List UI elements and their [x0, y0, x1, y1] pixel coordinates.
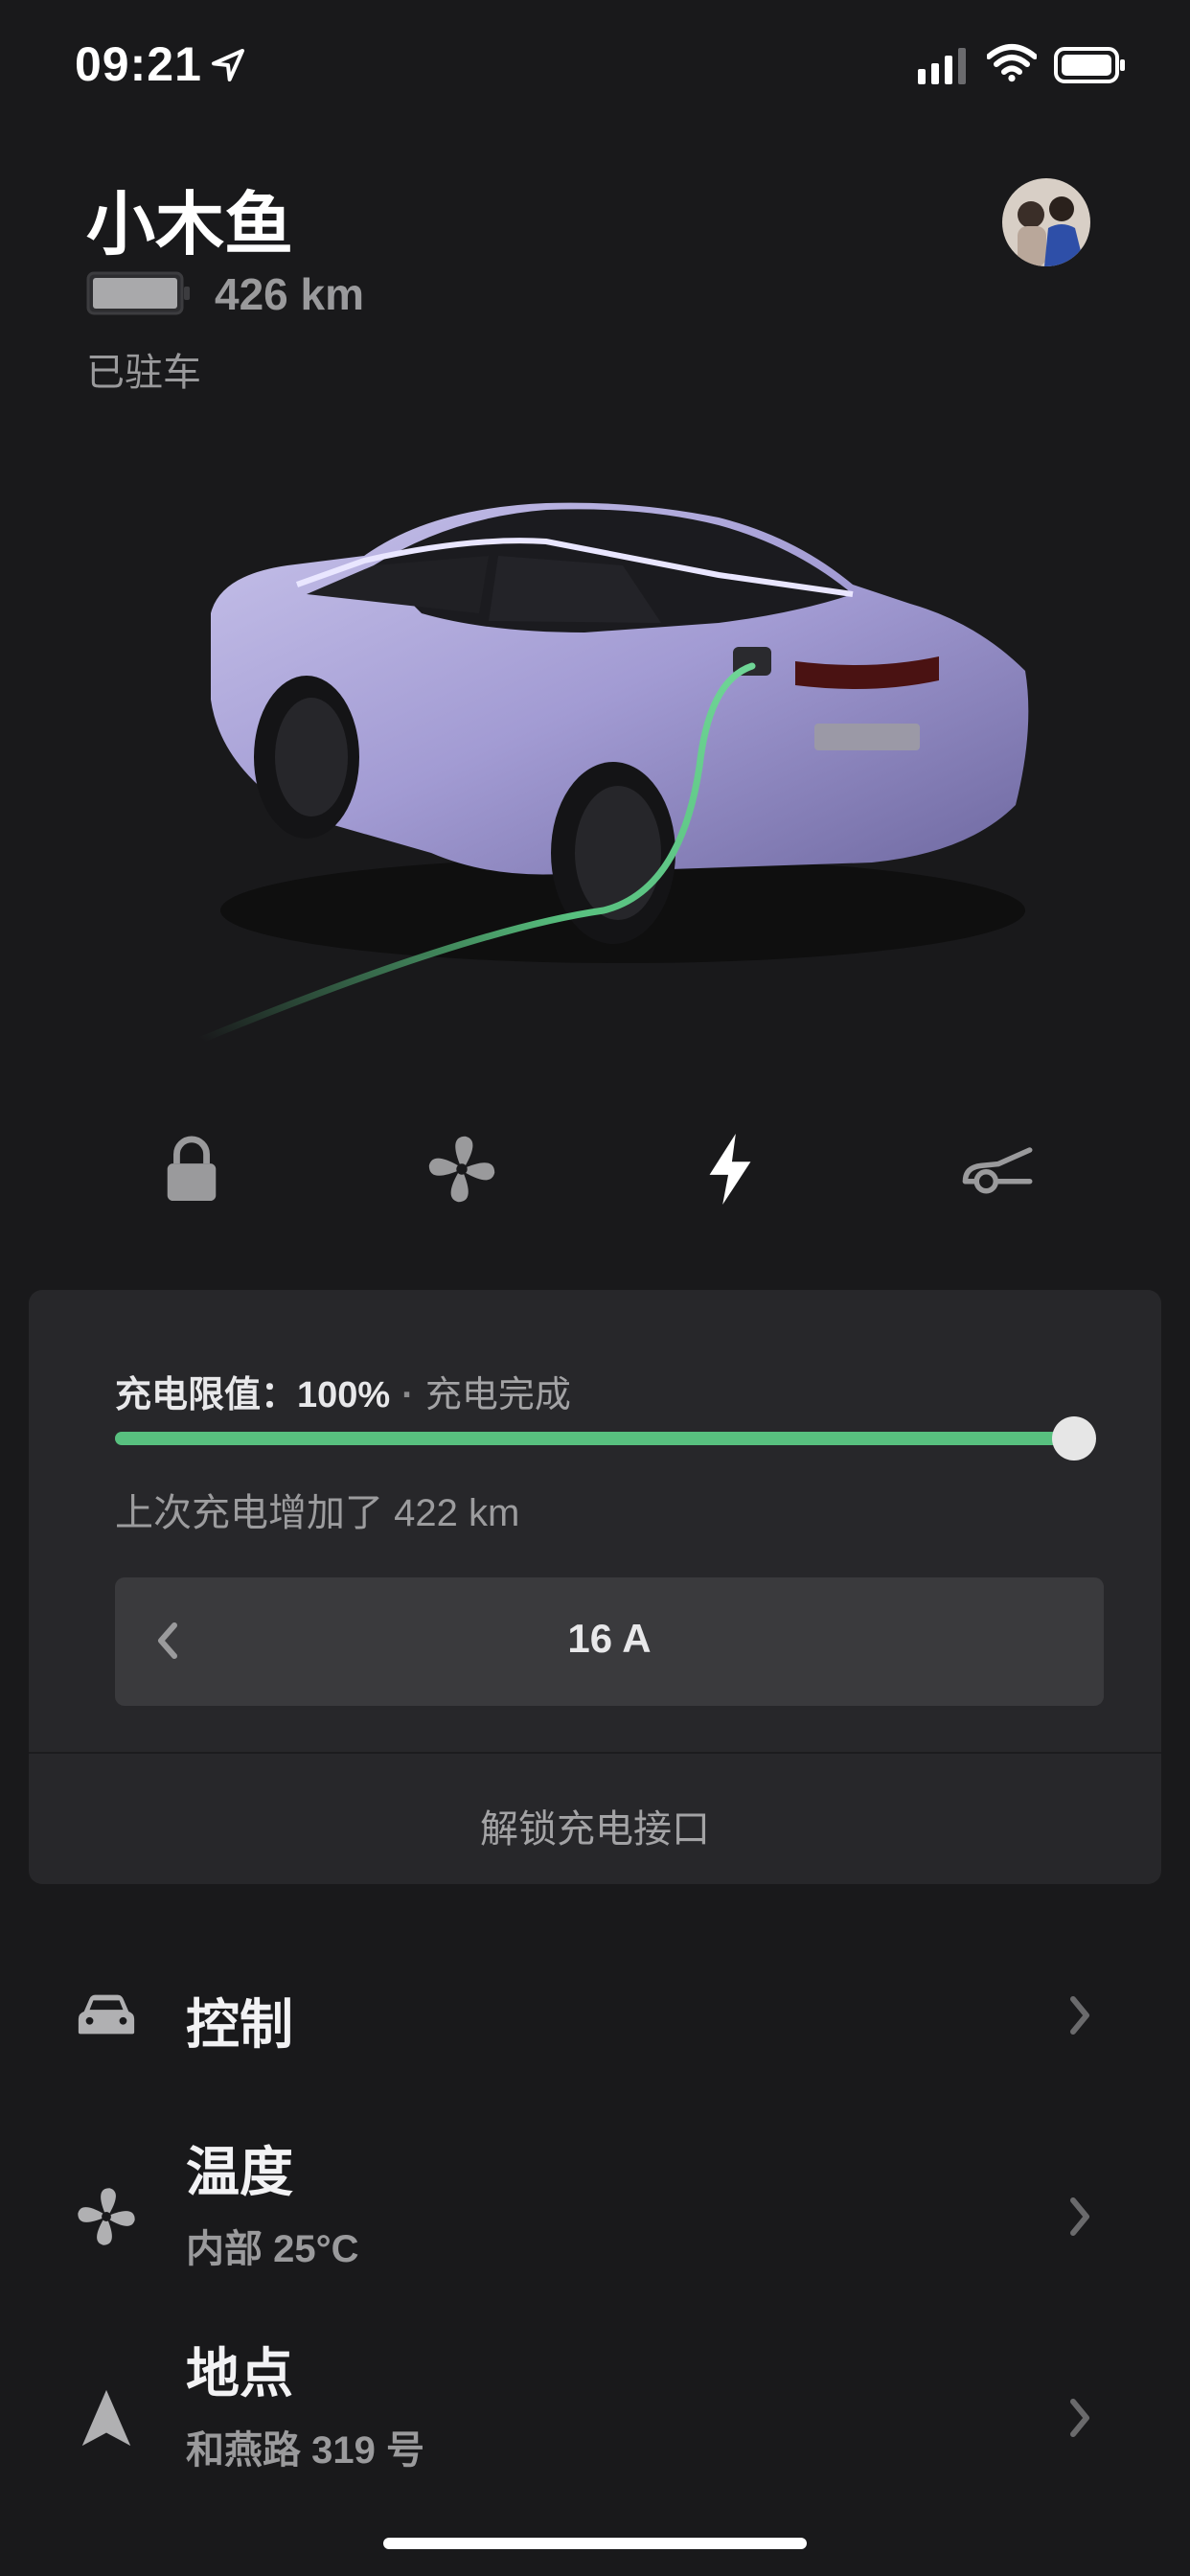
- lock-icon: [167, 1136, 217, 1202]
- home-indicator[interactable]: [383, 2538, 807, 2549]
- charge-limit-fill: [115, 1432, 1085, 1445]
- menu-location-subtitle: 和燕路 319 号: [186, 2429, 424, 2472]
- chevron-right-icon: [1070, 2399, 1089, 2437]
- charge-separator: ·: [401, 1375, 414, 1415]
- charge-current-selector[interactable]: 16 A: [115, 1577, 1104, 1706]
- charging-button[interactable]: [682, 1121, 778, 1217]
- wifi-icon: [987, 44, 1037, 82]
- fan-icon: [428, 1136, 495, 1203]
- status-battery-icon: [1054, 47, 1125, 83]
- location-services-icon: [212, 49, 244, 81]
- menu-climate-title: 温度: [186, 2142, 293, 2202]
- menu-item-location[interactable]: 地点 和燕路 319 号: [0, 2331, 1190, 2503]
- vehicle-status: 已驻车: [86, 352, 201, 394]
- chevron-right-icon: [1070, 1996, 1089, 2035]
- charge-limit-handle[interactable]: [1052, 1416, 1096, 1460]
- card-divider: [29, 1752, 1161, 1754]
- menu-controls-title: 控制: [186, 1994, 293, 2055]
- charge-state: 充电完成: [424, 1375, 571, 1415]
- vehicle-range: 426 km: [215, 269, 365, 319]
- car-image: [197, 502, 1029, 1044]
- vehicle-name: 小木鱼: [86, 187, 294, 264]
- menu-location-title: 地点: [186, 2343, 293, 2404]
- menu-item-climate[interactable]: 温度 内部 25°C: [0, 2129, 1190, 2302]
- car-trunk-icon: [962, 1147, 1033, 1194]
- navigation-arrow-icon: [81, 2389, 131, 2447]
- fan-icon: [78, 2188, 135, 2245]
- charge-current-value: 16 A: [567, 1616, 652, 1661]
- lock-button[interactable]: [144, 1121, 240, 1217]
- charge-limit-row: 充电限值：100% · 充电完成: [115, 1365, 571, 1417]
- charge-limit-value: 100%: [297, 1375, 391, 1415]
- profile-avatar[interactable]: [1002, 178, 1090, 266]
- charging-card: 充电限值：100% · 充电完成 上次充电增加了 422 km 16 A 解锁充电接…: [29, 1290, 1161, 1884]
- charge-limit-label: 充电限值：: [115, 1375, 298, 1415]
- unlock-charge-port-button[interactable]: 解锁充电接口: [29, 1798, 1161, 1853]
- climate-button[interactable]: [414, 1121, 510, 1217]
- chevron-right-icon: [1070, 2197, 1089, 2236]
- quick-controls-row: [0, 1121, 1190, 1217]
- last-charge-added: 上次充电增加了 422 km: [115, 1492, 520, 1534]
- avatar-photo-icon: [1002, 178, 1090, 266]
- lightning-icon: [709, 1133, 751, 1206]
- status-time: 09:21: [75, 37, 202, 91]
- menu-item-controls[interactable]: 控制: [0, 1928, 1190, 2101]
- cellular-signal-icon: [918, 48, 966, 84]
- menu-climate-subtitle: 内部 25°C: [186, 2228, 359, 2270]
- car-icon: [78, 1994, 135, 2035]
- vehicle-battery-icon: [86, 271, 190, 315]
- trunk-button[interactable]: [950, 1121, 1046, 1217]
- charge-limit-slider[interactable]: [115, 1416, 1096, 1460]
